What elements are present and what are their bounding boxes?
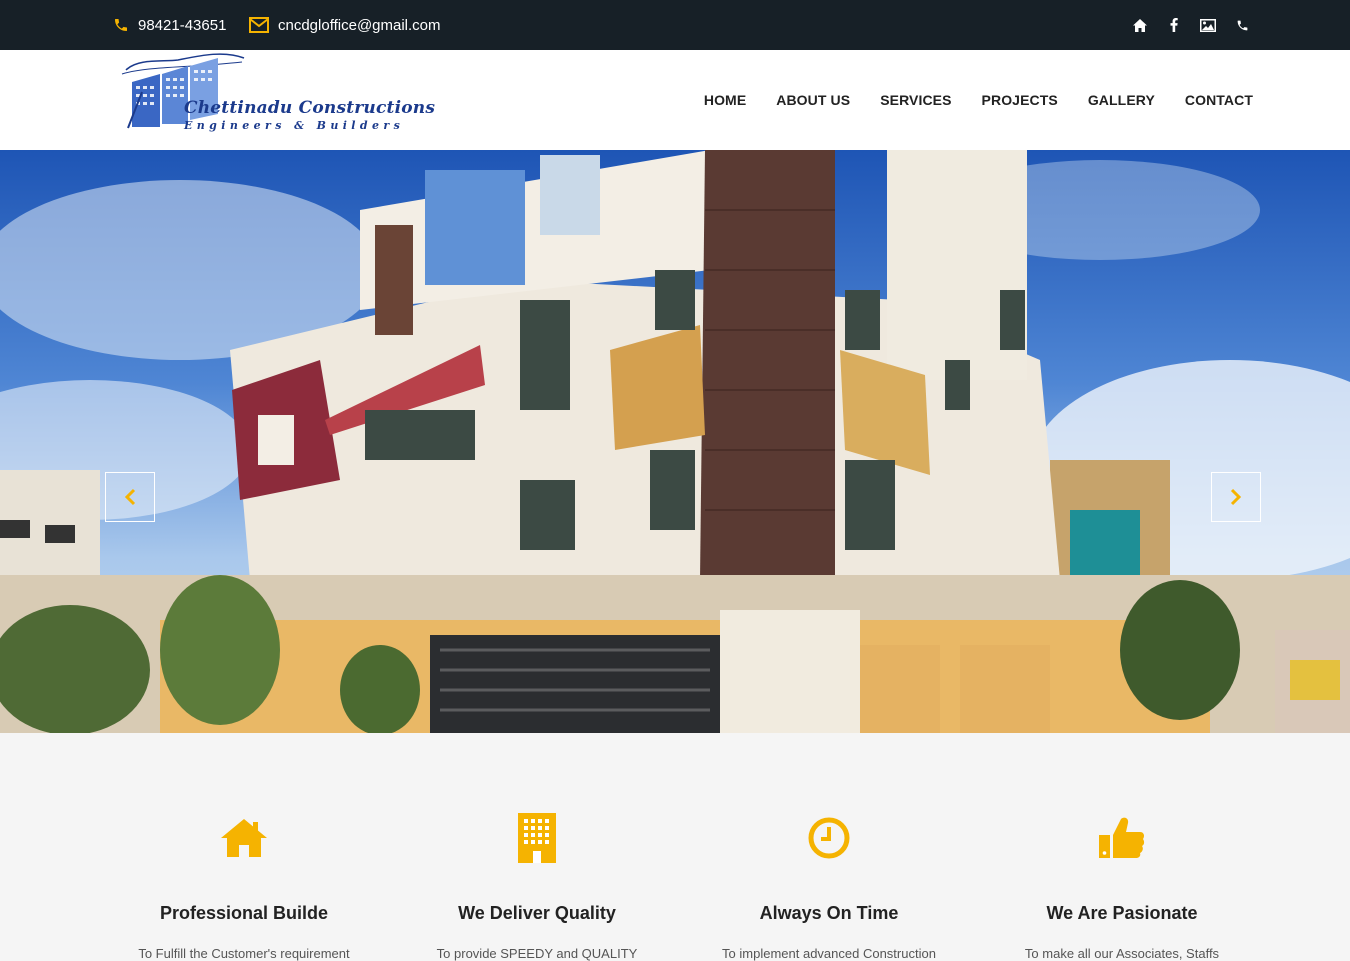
nav-services[interactable]: SERVICES: [880, 92, 951, 108]
home-icon[interactable]: [1132, 17, 1148, 33]
gallery-icon[interactable]: [1200, 17, 1216, 33]
phone-number: 98421-43651: [138, 16, 227, 34]
logo[interactable]: Chettinadu Constructions Engineers & Bui…: [118, 52, 438, 142]
feature-title: We Deliver Quality: [458, 903, 616, 923]
clock-icon: [808, 817, 850, 859]
phone-contact[interactable]: 98421-43651: [113, 0, 226, 50]
feature-title: Professional Builde: [159, 903, 329, 923]
nav-home[interactable]: HOME: [704, 92, 746, 108]
email-contact[interactable]: cncdgloffice@gmail.com: [249, 0, 441, 50]
feature-text: To implement advanced Construction: [722, 946, 936, 961]
facebook-icon[interactable]: [1166, 17, 1182, 33]
thumbs-up-icon: [1099, 817, 1145, 858]
email-address: cncdgloffice@gmail.com: [278, 16, 441, 34]
hero-slider: [0, 150, 1350, 733]
feature-text: To make all our Associates, Staffs: [1024, 946, 1220, 961]
feature-on-time: Always On Time To implement advanced Con…: [679, 813, 979, 961]
chevron-right-icon: [1230, 488, 1242, 506]
nav-projects[interactable]: PROJECTS: [982, 92, 1058, 108]
site-header: Chettinadu Constructions Engineers & Bui…: [0, 50, 1350, 150]
slider-prev-button[interactable]: [105, 472, 155, 522]
feature-title: We Are Pasionate: [1046, 903, 1198, 923]
logo-brand-name: Chettinadu Constructions: [184, 98, 436, 118]
main-nav: HOME ABOUT US SERVICES PROJECTS GALLERY …: [704, 50, 1253, 150]
feature-passionate: We Are Pasionate To make all our Associa…: [972, 813, 1272, 961]
chevron-left-icon: [124, 488, 136, 506]
social-links: [1132, 0, 1250, 50]
phone-icon: [115, 19, 127, 31]
building-icon: [518, 813, 556, 863]
logo-tagline: Engineers & Builders: [184, 119, 405, 132]
feature-quality: We Deliver Quality To provide SPEEDY and…: [387, 813, 687, 961]
slider-next-button[interactable]: [1211, 472, 1261, 522]
phone-icon[interactable]: [1234, 17, 1250, 33]
hero-building-image: [0, 150, 1350, 733]
nav-contact[interactable]: CONTACT: [1185, 92, 1253, 108]
nav-about-us[interactable]: ABOUT US: [776, 92, 850, 108]
nav-gallery[interactable]: GALLERY: [1088, 92, 1155, 108]
feature-professional-builder: Professional Builde To Fulfill the Custo…: [94, 813, 394, 961]
top-bar: 98421-43651 cncdgloffice@gmail.com: [0, 0, 1350, 50]
feature-title: Always On Time: [759, 903, 899, 923]
feature-text: To Fulfill the Customer's requirement: [138, 946, 350, 961]
feature-text: To provide SPEEDY and QUALITY: [436, 946, 638, 961]
envelope-icon: [249, 17, 269, 33]
home-icon: [221, 819, 267, 857]
features-section: Professional Builde To Fulfill the Custo…: [0, 733, 1350, 961]
